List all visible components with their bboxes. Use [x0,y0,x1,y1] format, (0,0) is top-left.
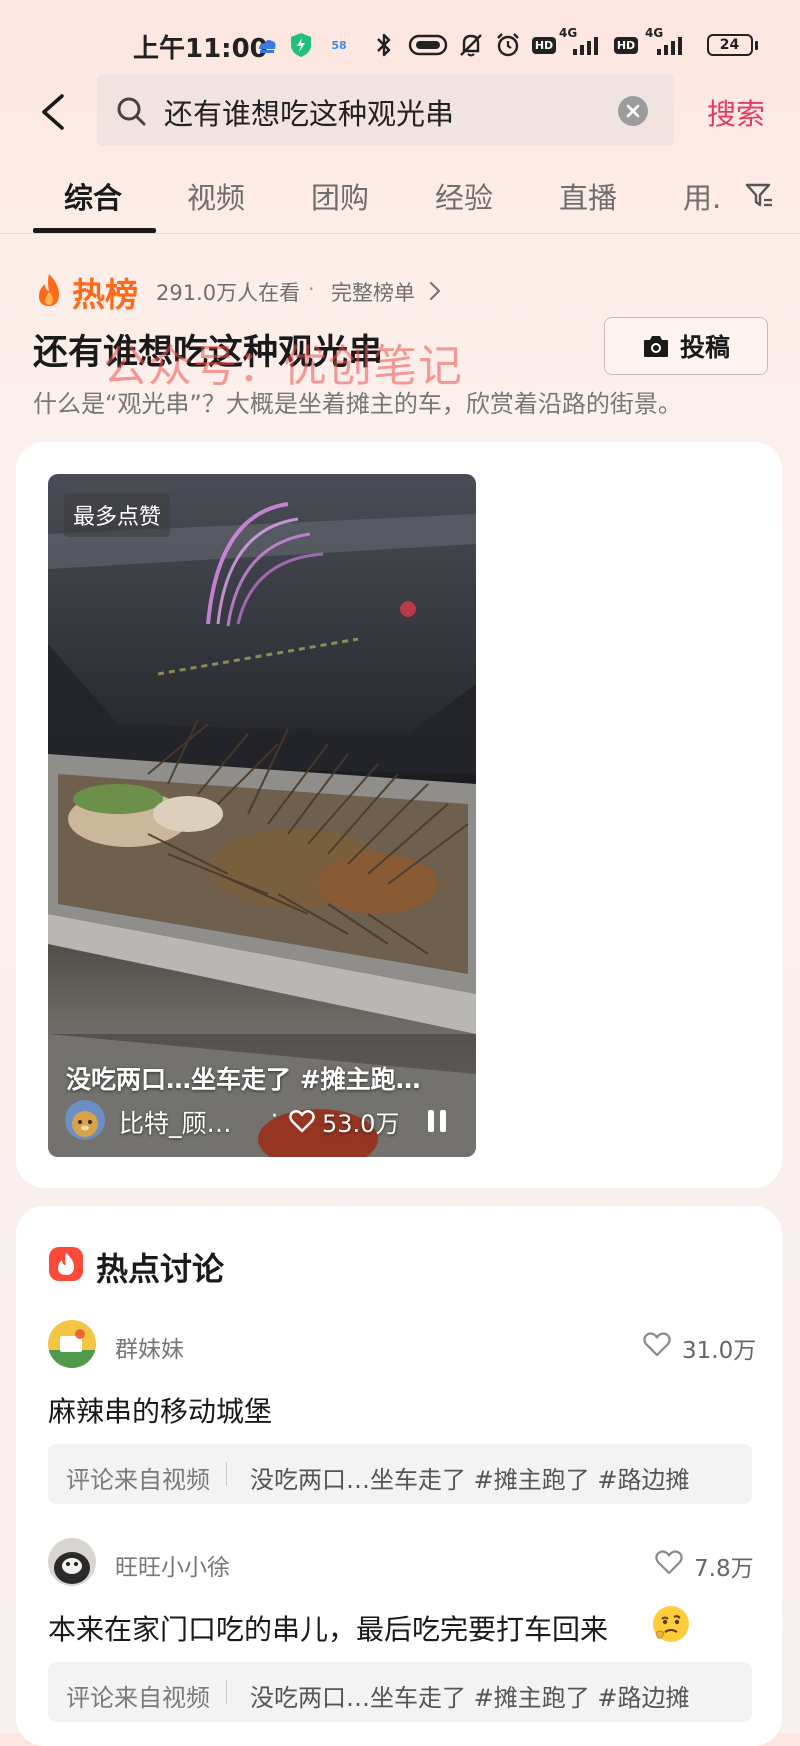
thinking-face-emoji-icon [650,1603,692,1645]
tab-users[interactable]: 用. [683,175,721,217]
video-like-count: 53.0万 [322,1110,400,1138]
comment-text: 本来在家门口吃的串儿，最后吃完要打车回来 [48,1613,609,1646]
tab-comprehensive[interactable]: 综合 [64,175,122,217]
hot-list-viewers: 291.0万人在看 [156,281,301,305]
comment-text: 麻辣串的移动城堡 [48,1395,273,1428]
shield-icon [287,30,315,60]
status-time: 上午11:00 [133,34,268,64]
video-author-name[interactable]: 比特_顾… [119,1104,232,1140]
source-divider [226,1680,227,1704]
comment-like-count: 31.0万 [682,1338,757,1364]
app-58-icon: 58 [331,38,347,52]
vibrate-icon [407,30,449,60]
bluetooth-icon [370,30,398,60]
source-label: 评论来自视频 [66,1466,210,1494]
comment-source-link[interactable]: 评论来自视频 没吃两口…坐车走了 #摊主跑了 #路边摊 [48,1444,752,1504]
search-button[interactable]: 搜索 [707,91,765,133]
separator-dot: · [308,277,315,301]
video-frame-image [48,474,476,1157]
comment-user-name[interactable]: 旺旺小小徐 [115,1548,230,1582]
battery-icon: 24 [704,30,760,60]
back-arrow-icon [42,94,64,130]
topic-description: 什么是“观光串”？大概是坐着摊主的车，欣赏着沿路的街景。 [33,390,682,418]
hot-list-title[interactable]: 热榜 [72,268,138,316]
cloud-app-icon [253,30,281,60]
source-label: 评论来自视频 [66,1684,210,1712]
heart-icon[interactable] [654,1548,684,1576]
source-divider [226,1462,227,1486]
full-list-link[interactable]: 完整榜单 [331,277,415,307]
most-likes-badge: 最多点赞 [64,493,171,537]
video-caption: 没吃两口…坐车走了 #摊主跑… [66,1065,421,1094]
chevron-right-icon[interactable] [428,280,442,302]
heart-icon[interactable] [288,1108,316,1134]
hot-discussion-title: 热点讨论 [96,1250,225,1288]
comment-source-link[interactable]: 评论来自视频 没吃两口…坐车走了 #摊主跑了 #路边摊 [48,1662,752,1722]
clear-search-icon[interactable] [618,96,648,126]
hd-badge: HD [531,30,557,60]
tab-experience[interactable]: 经验 [435,175,493,217]
signal-2-icon: 4G [643,26,691,60]
avatar[interactable] [48,1538,96,1586]
comment-user-name[interactable]: 群妹妹 [115,1330,184,1364]
avatar[interactable] [65,1100,105,1140]
back-button[interactable] [34,82,74,142]
comment-like-count: 7.8万 [694,1556,754,1582]
post-button[interactable]: 投稿 [604,317,768,375]
heart-icon[interactable] [642,1330,672,1358]
post-button-label: 投稿 [679,333,730,362]
search-input[interactable]: 还有谁想吃这种观光串 [164,91,454,133]
separator-dot: · [271,1104,278,1129]
flame-badge-icon [48,1246,84,1282]
search-icon [115,95,147,127]
fire-icon [34,272,64,308]
tab-video[interactable]: 视频 [187,175,245,217]
video-thumbnail[interactable] [48,474,476,1157]
camera-icon [643,336,668,357]
source-video-title: 没吃两口…坐车走了 #摊主跑了 #路边摊 [250,1466,690,1494]
tabs-divider [0,233,800,234]
hd-badge-2: HD [613,30,639,60]
pause-icon[interactable] [426,1107,448,1135]
tab-live[interactable]: 直播 [559,175,617,217]
source-video-title: 没吃两口…坐车走了 #摊主跑了 #路边摊 [250,1684,690,1712]
avatar[interactable] [48,1320,96,1368]
signal-1-icon: 4G [559,26,607,60]
filter-icon[interactable] [744,180,774,210]
alarm-icon [493,30,523,60]
mute-bell-icon [456,30,486,60]
tab-group-buy[interactable]: 团购 [311,175,369,217]
